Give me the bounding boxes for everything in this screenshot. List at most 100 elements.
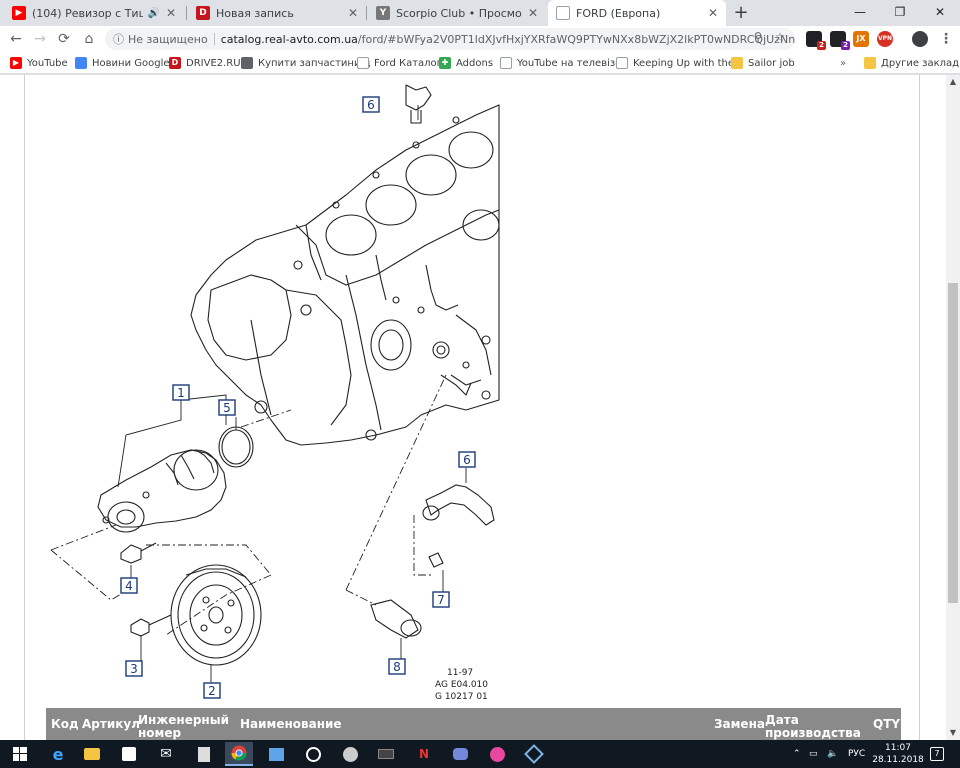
bookmark-keeping-up[interactable]: Keeping Up with the	[616, 55, 734, 71]
tab-title: Новая запись	[216, 6, 294, 20]
drive2-icon: D	[196, 6, 210, 20]
forward-button[interactable]: →	[30, 29, 50, 49]
tab-drive2[interactable]: D Новая запись ✕	[188, 0, 366, 26]
info-icon[interactable]: ⓘ	[113, 31, 124, 47]
windows-start-icon[interactable]	[6, 742, 34, 766]
scroll-down-arrow[interactable]: ▼	[946, 726, 960, 740]
edge-icon[interactable]: e	[44, 742, 72, 766]
column-production-date[interactable]: Дата производства	[765, 714, 861, 740]
tab-youtube[interactable]: ▶ (104) Ревизор с Тищенко. 9 🔊 ✕	[4, 0, 184, 26]
bookmark-label: Addons	[456, 57, 494, 69]
tab-separator	[186, 6, 187, 20]
clock-time: 11:07	[885, 743, 911, 753]
menu-button[interactable]: ⋮	[936, 29, 956, 49]
url-text[interactable]: catalog.real-avto.com.ua/ford/#bWFya2V0P…	[221, 33, 795, 46]
new-tab-button[interactable]: +	[731, 3, 751, 23]
svg-text:5: 5	[223, 401, 231, 415]
file-explorer-icon[interactable]	[78, 742, 106, 766]
bookmark-addons[interactable]: ✚ Addons	[439, 55, 493, 71]
calculator-icon[interactable]	[190, 742, 218, 766]
minimize-button[interactable]: —	[840, 0, 880, 26]
bookmark-sailor-job[interactable]: Sailor job	[731, 55, 795, 71]
bookmark-ford-catalog[interactable]: Ford Каталог	[357, 55, 442, 71]
clock[interactable]: 11:07 28.11.2018	[872, 742, 924, 766]
network-icon[interactable]: ▭	[809, 740, 818, 768]
store-icon[interactable]	[115, 742, 143, 766]
address-bar[interactable]: ⓘ Не защищено catalog.real-avto.com.ua/f…	[105, 28, 795, 50]
tab-title: (104) Ревизор с Тищенко. 9	[32, 6, 143, 20]
tab-close-icon[interactable]: ✕	[348, 6, 358, 20]
chrome-icon[interactable]	[225, 742, 253, 766]
column-code[interactable]: Код	[51, 718, 79, 731]
google-news-icon	[75, 57, 87, 69]
page-content: 1 2 3 4 5 6 6 7 8 11-97 AG E04.010 G 102…	[0, 75, 960, 740]
tab-close-icon[interactable]: ✕	[166, 6, 176, 20]
tray-overflow-icon[interactable]: ⌃	[793, 740, 801, 768]
pulley-drawing	[170, 564, 262, 666]
bookmark-drive2[interactable]: D DRIVE2.RU	[169, 55, 241, 71]
home-button[interactable]: ⌂	[79, 29, 99, 49]
column-qty[interactable]: QTY	[873, 718, 900, 731]
scroll-up-arrow[interactable]: ▲	[946, 75, 960, 89]
security-label[interactable]: Не защищено	[128, 33, 208, 46]
svg-text:8: 8	[393, 660, 401, 674]
ext-vpn-icon[interactable]: VPN	[877, 31, 893, 47]
nero-icon[interactable]: N	[410, 742, 438, 766]
media-icon[interactable]	[299, 742, 327, 766]
callout-3: 3	[125, 660, 143, 677]
diagram-stamp: 11-97 AG E04.010 G 10217 01	[435, 668, 488, 702]
language-indicator[interactable]: РУС	[848, 740, 865, 768]
bookmark-youtube[interactable]: ▶ YouTube	[10, 55, 68, 71]
restore-button[interactable]: ❐	[880, 0, 920, 26]
clock-date: 28.11.2018	[872, 755, 924, 765]
tab-ford[interactable]: FORD (Европа) ✕	[548, 0, 726, 26]
scrollbar-thumb[interactable]	[948, 283, 958, 603]
svg-text:6: 6	[463, 453, 471, 467]
steam-icon[interactable]	[336, 742, 364, 766]
notifications-icon[interactable]: 7	[930, 740, 944, 768]
bookmark-label: Купити запчастини д	[258, 57, 371, 69]
vertical-scrollbar[interactable]: ▲ ▼	[946, 75, 960, 740]
ext-red-badge-icon[interactable]: 2	[806, 31, 826, 50]
zoom-icon[interactable]: ⚲	[750, 29, 766, 45]
reload-button[interactable]: ⟳	[54, 29, 74, 49]
column-name[interactable]: Наименование	[240, 718, 342, 731]
column-replacement[interactable]: Замена	[714, 718, 765, 731]
aida-icon[interactable]	[372, 742, 400, 766]
ext-jx-icon[interactable]: JX	[853, 31, 869, 47]
photos-icon[interactable]	[262, 742, 290, 766]
discord-icon[interactable]	[446, 742, 474, 766]
back-button[interactable]: ←	[6, 29, 26, 49]
tab-close-icon[interactable]: ✕	[528, 6, 538, 20]
bookmark-label: DRIVE2.RU	[186, 57, 241, 69]
stamp-line-3: G 10217 01	[435, 692, 488, 702]
tab-scorpio[interactable]: Y Scorpio Club • Просмотр темы - ✕	[368, 0, 546, 26]
callout-7: 7	[432, 591, 450, 608]
tab-close-icon[interactable]: ✕	[708, 6, 718, 20]
callout-2: 2	[203, 682, 221, 699]
other-bookmarks[interactable]: Другие закладки	[864, 55, 960, 71]
gasket-drawing	[218, 426, 254, 468]
hose-connector-drawing	[370, 484, 495, 639]
close-window-button[interactable]: ✕	[920, 0, 960, 26]
column-engineering-number[interactable]: Инженерный номер	[138, 714, 229, 740]
svg-text:1: 1	[177, 386, 185, 400]
bookmark-youtube-tv[interactable]: YouTube на телевізо	[500, 55, 621, 71]
bookmark-google-news[interactable]: Новини Google	[75, 55, 170, 71]
bookmark-star-icon[interactable]: ☆	[772, 29, 788, 45]
youtube-icon: ▶	[12, 6, 26, 20]
svg-text:4: 4	[125, 579, 133, 593]
virtualbox-icon[interactable]	[520, 742, 548, 766]
profile-avatar-icon[interactable]	[912, 31, 928, 47]
document-icon	[616, 57, 628, 69]
bookmarks-overflow-button[interactable]: »	[840, 55, 846, 71]
audio-playing-icon[interactable]: 🔊	[147, 8, 159, 19]
volume-icon[interactable]: 🔈	[827, 740, 838, 768]
ext-purple-badge-icon[interactable]: 2	[830, 31, 850, 50]
column-article[interactable]: Артикул	[82, 718, 140, 731]
itunes-icon[interactable]	[483, 742, 511, 766]
bookmark-parts[interactable]: Купити запчастини д	[241, 55, 371, 71]
mail-icon[interactable]: ✉	[152, 742, 180, 766]
callout-4: 4	[120, 577, 138, 594]
leader-lines	[117, 105, 467, 685]
